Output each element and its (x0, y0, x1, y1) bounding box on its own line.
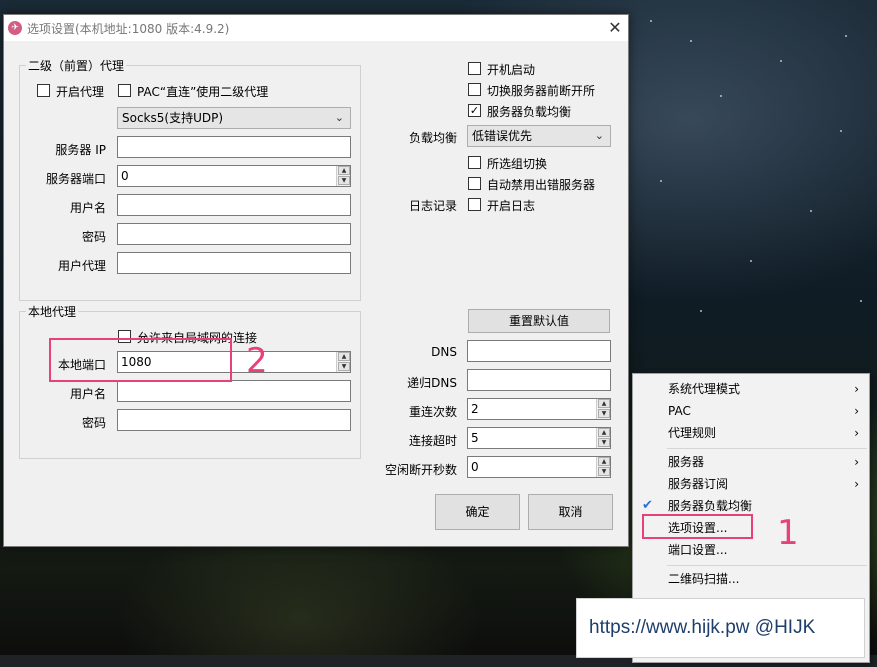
proxy-type-value: Socks5(支持UDP) (122, 111, 224, 125)
dns-input[interactable] (467, 340, 611, 362)
menu-item-system-proxy-mode[interactable]: 系统代理模式 › (634, 378, 869, 400)
options-dialog: ✈ 选项设置(本机地址:1080 版本:4.9.2) ✕ 二级（前置）代理 开启… (3, 14, 629, 547)
disconnect-label: 切换服务器前断开所 (487, 84, 596, 98)
annotation-marker-2: 2 (246, 341, 268, 381)
server-port-spin[interactable]: ▲ ▼ (336, 166, 350, 186)
load-balance-checkbox[interactable]: ✓ (468, 104, 481, 117)
server-ip-label: 服务器 IP (55, 143, 106, 157)
user-agent-input[interactable] (117, 252, 351, 274)
recursive-dns-input[interactable] (467, 369, 611, 391)
menu-item-label: 代理规则 (668, 426, 717, 440)
timeout-spin[interactable]: ▲ ▼ (596, 428, 610, 448)
timeout-stepper[interactable]: 5 ▲ ▼ (467, 427, 611, 449)
chevron-right-icon: › (854, 455, 859, 469)
local-password-label: 密码 (81, 416, 106, 430)
enable-proxy-checkbox[interactable] (37, 84, 50, 97)
user-agent-label: 用户代理 (57, 259, 106, 273)
menu-item-qr-scan[interactable]: 二维码扫描... (634, 568, 869, 590)
reconnect-label: 重连次数 (408, 405, 457, 419)
annotation-box-options-menu (642, 514, 753, 539)
local-username-input[interactable] (117, 380, 351, 402)
cancel-button[interactable]: 取消 (528, 494, 613, 530)
balance-mode-label: 负载均衡 (408, 131, 457, 145)
load-balance-label: 服务器负载均衡 (487, 105, 572, 119)
idle-spin[interactable]: ▲ ▼ (596, 457, 610, 477)
menu-item-label: 端口设置... (668, 543, 728, 557)
timeout-value: 5 (471, 431, 479, 445)
menu-item-label: PAC (668, 404, 691, 418)
chevron-right-icon: › (854, 404, 859, 418)
balance-mode-select[interactable]: 低错误优先 ⌄ (467, 125, 611, 147)
title-bar: ✈ 选项设置(本机地址:1080 版本:4.9.2) ✕ (4, 15, 628, 41)
menu-item-label: 系统代理模式 (668, 382, 741, 396)
reconnect-spin[interactable]: ▲ ▼ (596, 399, 610, 419)
app-icon: ✈ (8, 21, 22, 35)
balance-mode-value: 低错误优先 (472, 129, 533, 143)
local-username-label: 用户名 (69, 387, 106, 401)
autostart-label: 开机启动 (487, 63, 536, 77)
chevron-right-icon: › (854, 477, 859, 491)
menu-separator (667, 448, 867, 449)
menu-item-label: 服务器订阅 (668, 477, 729, 491)
username-input[interactable] (117, 194, 351, 216)
autostart-checkbox[interactable] (468, 62, 481, 75)
menu-item-label: 服务器负载均衡 (668, 499, 753, 513)
annotation-marker-1: 1 (777, 513, 799, 553)
server-port-label: 服务器端口 (45, 172, 106, 186)
reset-defaults-button[interactable]: 重置默认值 (468, 309, 610, 333)
menu-item-server-subscription[interactable]: 服务器订阅 › (634, 473, 869, 495)
reconnect-value: 2 (471, 402, 479, 416)
timeout-label: 连接超时 (408, 434, 457, 448)
idle-value: 0 (471, 460, 479, 474)
idle-stepper[interactable]: 0 ▲ ▼ (467, 456, 611, 478)
idle-label: 空闲断开秒数 (384, 463, 457, 477)
watermark-text: https://www.hijk.pw @HIJK (589, 617, 816, 638)
pac-direct-checkbox[interactable] (118, 84, 131, 97)
chevron-down-icon: ⌄ (334, 111, 344, 124)
username-label: 用户名 (69, 201, 106, 215)
password-input[interactable] (117, 223, 351, 245)
watermark-banner: https://www.hijk.pw @HIJK (576, 598, 865, 658)
close-icon[interactable]: ✕ (606, 19, 624, 37)
server-ip-input[interactable] (117, 136, 351, 158)
server-port-stepper[interactable]: 0 ▲ ▼ (117, 165, 351, 187)
password-label: 密码 (81, 230, 106, 244)
local-port-spin[interactable]: ▲ ▼ (336, 352, 350, 372)
disconnect-checkbox[interactable] (468, 83, 481, 96)
reconnect-stepper[interactable]: 2 ▲ ▼ (467, 398, 611, 420)
proxy-type-select[interactable]: Socks5(支持UDP) ⌄ (117, 107, 351, 129)
open-log-checkbox[interactable] (468, 198, 481, 211)
menu-item-label: 二维码扫描... (668, 572, 740, 586)
auto-ban-checkbox[interactable] (468, 177, 481, 190)
secondary-proxy-title: 二级（前置）代理 (26, 57, 127, 74)
local-proxy-title: 本地代理 (26, 303, 79, 320)
menu-item-servers[interactable]: 服务器 › (634, 451, 869, 473)
auto-ban-label: 自动禁用出错服务器 (487, 178, 596, 192)
server-port-value: 0 (121, 169, 129, 183)
open-log-label: 开启日志 (487, 199, 536, 213)
menu-separator (667, 565, 867, 566)
log-label: 日志记录 (408, 199, 457, 213)
chevron-right-icon: › (854, 426, 859, 440)
recursive-dns-label: 递归DNS (407, 376, 457, 390)
chevron-right-icon: › (854, 382, 859, 396)
menu-item-proxy-rules[interactable]: 代理规则 › (634, 422, 869, 444)
local-password-input[interactable] (117, 409, 351, 431)
same-group-checkbox[interactable] (468, 156, 481, 169)
ok-button[interactable]: 确定 (435, 494, 520, 530)
enable-proxy-label: 开启代理 (56, 85, 105, 99)
menu-item-port-settings[interactable]: 端口设置... (634, 539, 869, 561)
chevron-down-icon: ⌄ (594, 129, 604, 142)
window-title: 选项设置(本机地址:1080 版本:4.9.2) (27, 22, 230, 36)
same-group-label: 所选组切换 (487, 157, 548, 171)
dns-label: DNS (431, 345, 457, 359)
annotation-box-local-port (49, 338, 232, 382)
menu-item-pac[interactable]: PAC › (634, 400, 869, 422)
pac-direct-label: PAC“直连”使用二级代理 (137, 85, 269, 99)
menu-item-label: 服务器 (668, 455, 705, 469)
